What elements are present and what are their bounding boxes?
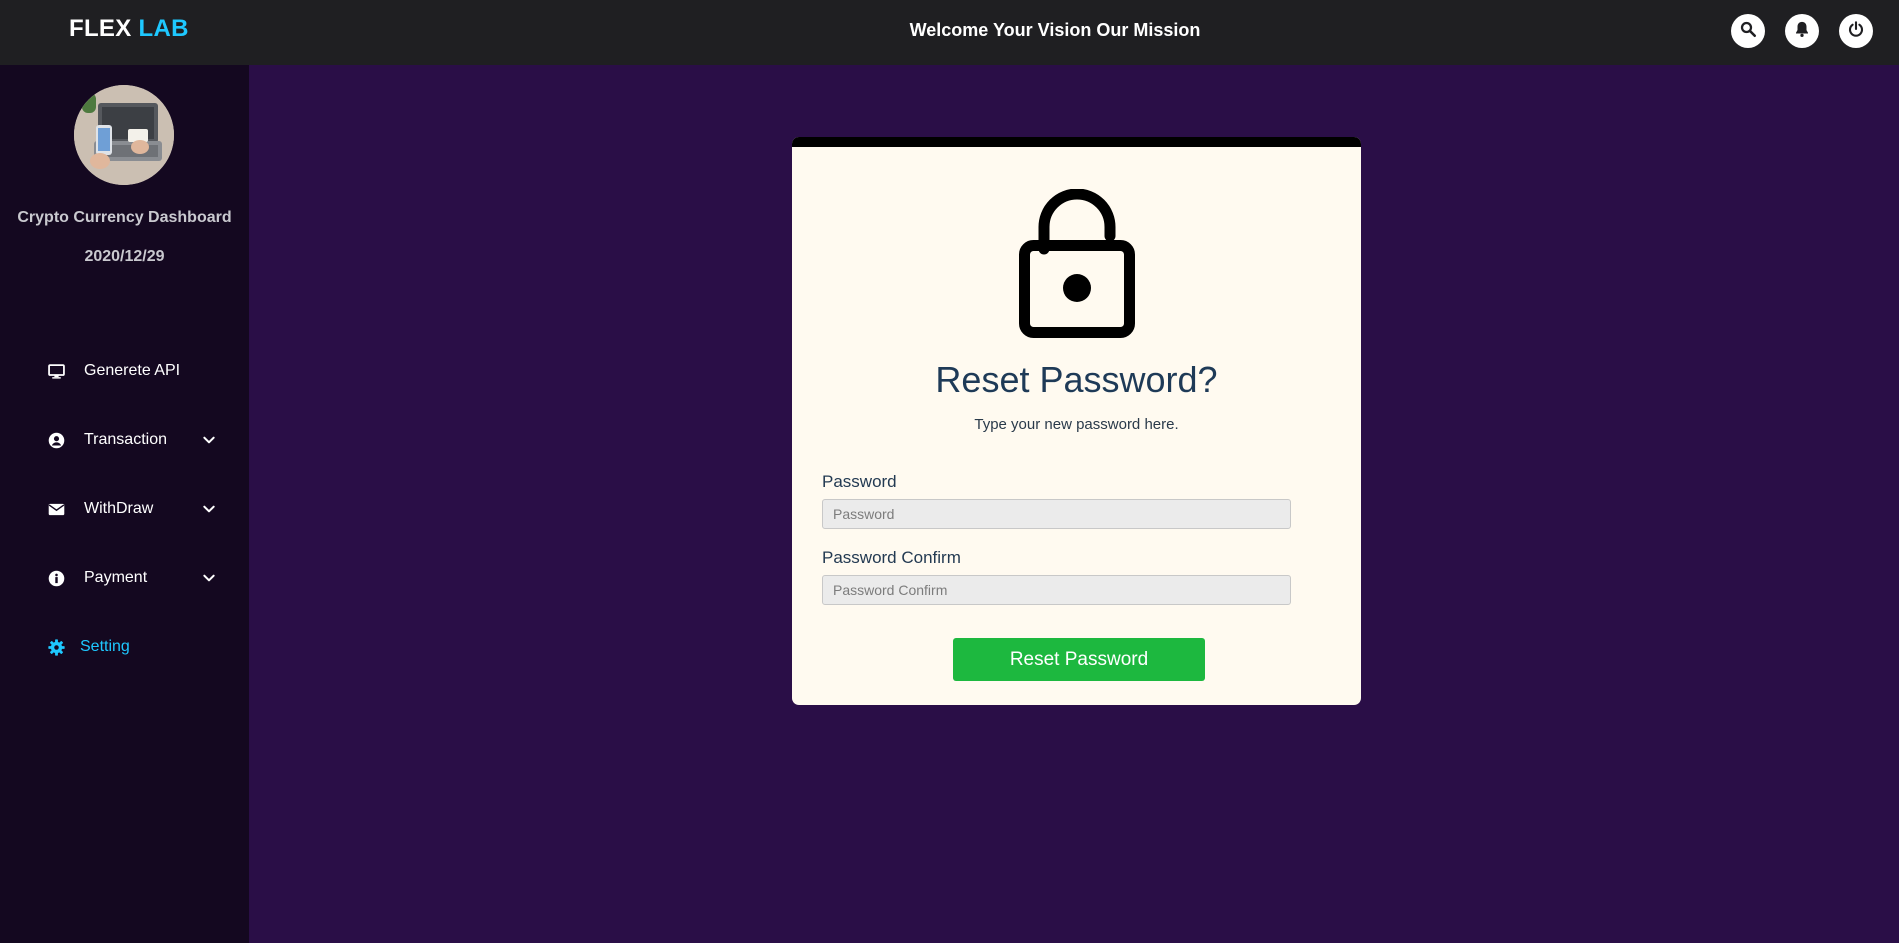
top-bar: FLEX LAB Welcome Your Vision Our Mission xyxy=(0,0,1899,65)
sidebar-item-label: Generete API xyxy=(84,362,181,379)
search-button[interactable] xyxy=(1731,14,1765,48)
chevron-down-icon[interactable] xyxy=(201,570,217,586)
sidebar-item-transaction[interactable]: Transaction xyxy=(48,425,223,455)
password-confirm-input[interactable] xyxy=(822,575,1291,605)
desktop-icon xyxy=(48,363,65,380)
sidebar-item-label: Transaction xyxy=(84,431,167,448)
gear-icon xyxy=(48,638,65,656)
info-icon xyxy=(48,570,65,587)
notifications-button[interactable] xyxy=(1785,14,1819,48)
bell-icon xyxy=(1793,20,1811,43)
sidebar-item-payment[interactable]: Payment xyxy=(48,563,223,593)
card-title: Reset Password? xyxy=(935,359,1218,400)
password-confirm-label: Password Confirm xyxy=(822,548,961,567)
search-icon xyxy=(1739,20,1757,43)
password-label: Password xyxy=(822,472,897,491)
sidebar: Crypto Currency Dashboard 2020/12/29 Gen… xyxy=(0,65,249,943)
power-button[interactable] xyxy=(1839,14,1873,48)
envelope-icon xyxy=(48,501,65,518)
sidebar-item-setting[interactable]: Setting xyxy=(48,632,223,662)
avatar xyxy=(74,85,174,185)
sidebar-item-label: Payment xyxy=(84,569,148,586)
sidebar-item-generate-api[interactable]: Generete API xyxy=(48,356,223,386)
sidebar-item-label: WithDraw xyxy=(84,500,154,517)
dashboard-date: 2020/12/29 xyxy=(84,248,165,265)
password-input[interactable] xyxy=(822,499,1291,529)
dashboard-title: Crypto Currency Dashboard xyxy=(17,209,232,226)
card-top-border xyxy=(792,137,1361,147)
sidebar-item-label: Setting xyxy=(80,638,130,655)
user-circle-icon xyxy=(48,432,65,449)
reset-password-button[interactable]: Reset Password xyxy=(953,638,1205,681)
chevron-down-icon[interactable] xyxy=(201,501,217,517)
card-subtitle: Type your new password here. xyxy=(974,416,1179,433)
welcome-text: Welcome Your Vision Our Mission xyxy=(909,20,1201,40)
power-icon xyxy=(1847,20,1865,43)
reset-password-card: Reset Password? Type your new password h… xyxy=(792,137,1361,705)
sidebar-item-withdraw[interactable]: WithDraw xyxy=(48,494,223,524)
unlock-icon xyxy=(1016,188,1138,341)
chevron-down-icon[interactable] xyxy=(201,432,217,448)
